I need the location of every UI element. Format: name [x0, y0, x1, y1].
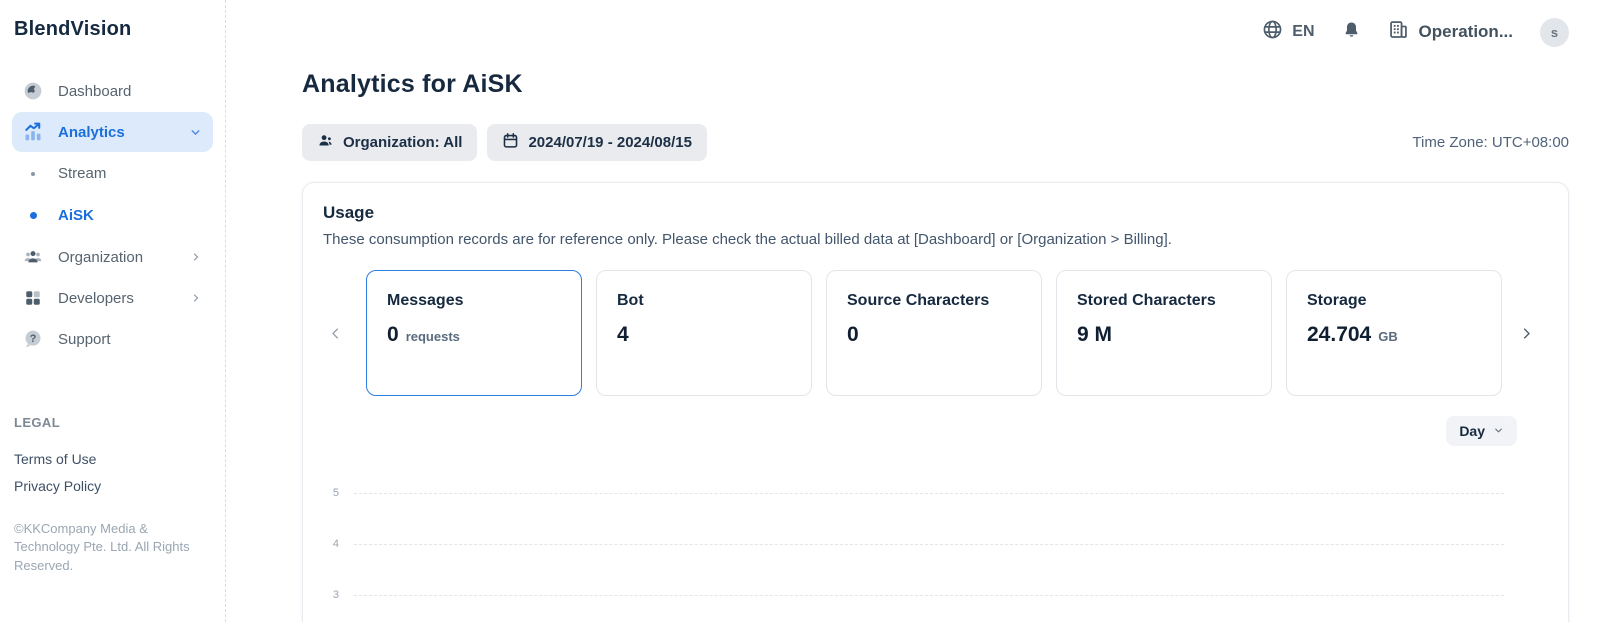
- metric-value: 9 M: [1077, 323, 1112, 347]
- metric-card-messages[interactable]: Messages 0 requests: [366, 270, 582, 396]
- app-window: BlendVision Dashboard Analytics Stre: [0, 0, 1600, 622]
- sidebar-item-aisk[interactable]: AiSK: [12, 195, 213, 236]
- metric-label: Stored Characters: [1077, 292, 1251, 310]
- bullet-dot-icon: [23, 172, 43, 176]
- metric-label: Source Characters: [847, 292, 1021, 310]
- brand-logo: BlendVision: [12, 16, 213, 41]
- chevron-right-icon: [190, 292, 202, 304]
- sidebar-item-organization[interactable]: Organization: [12, 237, 213, 277]
- privacy-policy-link[interactable]: Privacy Policy: [14, 478, 211, 494]
- person-icon: [317, 132, 334, 153]
- sidebar-item-stream[interactable]: Stream: [12, 153, 213, 194]
- interval-select[interactable]: Day: [1446, 416, 1517, 446]
- metrics-carousel: Messages 0 requests Bot 4: [321, 270, 1550, 396]
- metric-value: 0: [847, 323, 859, 347]
- y-axis-tick: 5: [323, 487, 339, 499]
- metric-label: Messages: [387, 292, 561, 310]
- analytics-chart-icon: [23, 122, 43, 142]
- usage-description: These consumption records are for refere…: [321, 231, 1550, 248]
- chevron-down-icon: [1493, 423, 1504, 439]
- language-label: EN: [1292, 23, 1314, 41]
- sidebar-item-label: Analytics: [58, 124, 125, 141]
- gridline: [354, 544, 1504, 545]
- bullet-dot-icon: [23, 212, 43, 219]
- gridline: [354, 595, 1504, 596]
- gridline: [354, 493, 1504, 494]
- sidebar-nav: Dashboard Analytics Stream AiSK: [12, 71, 213, 359]
- chevron-right-icon: [190, 251, 202, 263]
- usage-title: Usage: [321, 203, 1550, 223]
- metric-value: 4: [617, 323, 629, 347]
- metric-label: Storage: [1307, 292, 1481, 310]
- date-range-label: 2024/07/19 - 2024/08/15: [528, 134, 691, 151]
- metric-cards: Messages 0 requests Bot 4: [366, 270, 1502, 396]
- sidebar: BlendVision Dashboard Analytics Stre: [0, 0, 226, 622]
- organization-name: Operation...: [1419, 22, 1513, 42]
- sidebar-item-label: Developers: [58, 290, 134, 307]
- sidebar-item-analytics[interactable]: Analytics: [12, 112, 213, 152]
- usage-panel: Usage These consumption records are for …: [302, 182, 1569, 622]
- y-axis-tick: 4: [323, 538, 339, 550]
- interval-select-value: Day: [1459, 423, 1485, 439]
- page-title: Analytics for AiSK: [302, 70, 1569, 99]
- copyright-text: ©KKCompany Media & Technology Pte. Ltd. …: [14, 520, 196, 575]
- legal-section: LEGAL Terms of Use Privacy Policy ©KKCom…: [12, 415, 213, 575]
- chart-grid-row: 5: [323, 492, 1504, 494]
- chevron-down-icon: [189, 126, 202, 139]
- metric-card-storage[interactable]: Storage 24.704 GB: [1286, 270, 1502, 396]
- sidebar-item-label: Dashboard: [58, 83, 131, 100]
- organization-switcher[interactable]: Operation...: [1388, 19, 1513, 45]
- building-icon: [1388, 19, 1409, 45]
- gauge-icon: [23, 81, 43, 101]
- terms-of-use-link[interactable]: Terms of Use: [14, 451, 211, 467]
- metric-card-bot[interactable]: Bot 4: [596, 270, 812, 396]
- main-content: EN Operation... s Analytics for AiSK: [226, 0, 1600, 622]
- help-question-icon: ?: [23, 329, 43, 349]
- sidebar-subitem-label: AiSK: [58, 207, 94, 224]
- sidebar-item-label: Organization: [58, 249, 143, 266]
- legal-heading: LEGAL: [14, 415, 211, 430]
- metric-value: 24.704: [1307, 323, 1371, 347]
- metric-label: Bot: [617, 292, 791, 310]
- user-avatar[interactable]: s: [1540, 18, 1569, 47]
- people-group-icon: [23, 247, 43, 267]
- svg-text:?: ?: [30, 333, 37, 345]
- timezone-label: Time Zone: UTC+08:00: [1412, 134, 1569, 151]
- top-header-bar: EN Operation... s: [302, 0, 1569, 50]
- organization-filter-label: Organization: All: [343, 134, 462, 151]
- calendar-icon: [502, 132, 519, 153]
- grid-squares-icon: [23, 288, 43, 308]
- language-selector[interactable]: EN: [1262, 19, 1314, 45]
- chart-grid-row: 4: [323, 543, 1504, 545]
- bell-icon: [1342, 20, 1361, 45]
- chart-toolbar: Day: [321, 416, 1550, 446]
- usage-chart: 5 4 3: [321, 492, 1550, 596]
- notifications-button[interactable]: [1342, 20, 1361, 45]
- sidebar-item-support[interactable]: ? Support: [12, 319, 213, 359]
- date-range-filter-chip[interactable]: 2024/07/19 - 2024/08/15: [487, 124, 706, 161]
- y-axis-tick: 3: [323, 589, 339, 601]
- sidebar-item-developers[interactable]: Developers: [12, 278, 213, 318]
- chart-grid-row: 3: [323, 594, 1504, 596]
- filter-row: Organization: All 2024/07/19 - 2024/08/1…: [302, 124, 1569, 161]
- metric-value: 0: [387, 323, 399, 347]
- organization-filter-chip[interactable]: Organization: All: [302, 124, 477, 161]
- carousel-prev-button[interactable]: [321, 270, 349, 396]
- metric-unit: requests: [406, 329, 460, 344]
- sidebar-item-dashboard[interactable]: Dashboard: [12, 71, 213, 111]
- metric-card-source-characters[interactable]: Source Characters 0: [826, 270, 1042, 396]
- sidebar-item-label: Support: [58, 331, 111, 348]
- carousel-next-button[interactable]: [1502, 270, 1550, 396]
- metric-unit: GB: [1378, 329, 1398, 344]
- metric-card-stored-characters[interactable]: Stored Characters 9 M: [1056, 270, 1272, 396]
- globe-icon: [1262, 19, 1283, 45]
- sidebar-subitem-label: Stream: [58, 165, 106, 182]
